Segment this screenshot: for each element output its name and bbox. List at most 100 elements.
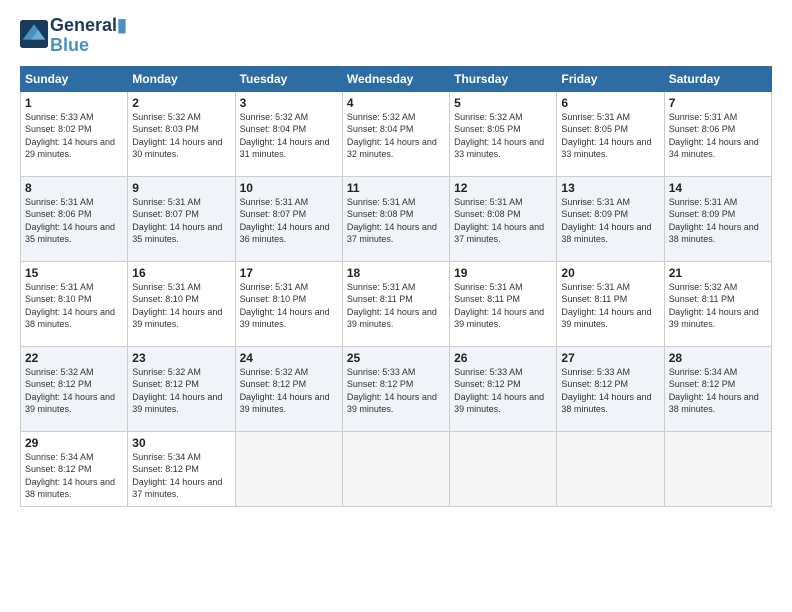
- day-header-tuesday: Tuesday: [235, 66, 342, 91]
- day-number: 8: [25, 181, 123, 195]
- calendar-cell: 9 Sunrise: 5:31 AM Sunset: 8:07 PM Dayli…: [128, 176, 235, 261]
- day-number: 1: [25, 96, 123, 110]
- day-info: Sunrise: 5:31 AM Sunset: 8:06 PM Dayligh…: [25, 196, 123, 246]
- day-info: Sunrise: 5:31 AM Sunset: 8:07 PM Dayligh…: [240, 196, 338, 246]
- calendar-cell: 18 Sunrise: 5:31 AM Sunset: 8:11 PM Dayl…: [342, 261, 449, 346]
- day-info: Sunrise: 5:32 AM Sunset: 8:12 PM Dayligh…: [132, 366, 230, 416]
- day-number: 3: [240, 96, 338, 110]
- calendar-cell: 17 Sunrise: 5:31 AM Sunset: 8:10 PM Dayl…: [235, 261, 342, 346]
- calendar-cell: 30 Sunrise: 5:34 AM Sunset: 8:12 PM Dayl…: [128, 431, 235, 506]
- day-number: 4: [347, 96, 445, 110]
- day-info: Sunrise: 5:31 AM Sunset: 8:09 PM Dayligh…: [561, 196, 659, 246]
- calendar-cell: 26 Sunrise: 5:33 AM Sunset: 8:12 PM Dayl…: [450, 346, 557, 431]
- calendar-cell: 20 Sunrise: 5:31 AM Sunset: 8:11 PM Dayl…: [557, 261, 664, 346]
- calendar-header: SundayMondayTuesdayWednesdayThursdayFrid…: [21, 66, 772, 91]
- calendar-week-5: 29 Sunrise: 5:34 AM Sunset: 8:12 PM Dayl…: [21, 431, 772, 506]
- calendar-cell: 22 Sunrise: 5:32 AM Sunset: 8:12 PM Dayl…: [21, 346, 128, 431]
- day-number: 16: [132, 266, 230, 280]
- calendar-cell: 16 Sunrise: 5:31 AM Sunset: 8:10 PM Dayl…: [128, 261, 235, 346]
- logo-text: General▮ Blue: [50, 16, 127, 56]
- calendar-cell: 8 Sunrise: 5:31 AM Sunset: 8:06 PM Dayli…: [21, 176, 128, 261]
- day-info: Sunrise: 5:34 AM Sunset: 8:12 PM Dayligh…: [132, 451, 230, 501]
- calendar-cell: 4 Sunrise: 5:32 AM Sunset: 8:04 PM Dayli…: [342, 91, 449, 176]
- calendar: SundayMondayTuesdayWednesdayThursdayFrid…: [20, 66, 772, 507]
- day-info: Sunrise: 5:31 AM Sunset: 8:06 PM Dayligh…: [669, 111, 767, 161]
- day-info: Sunrise: 5:33 AM Sunset: 8:12 PM Dayligh…: [347, 366, 445, 416]
- day-info: Sunrise: 5:31 AM Sunset: 8:08 PM Dayligh…: [347, 196, 445, 246]
- day-number: 15: [25, 266, 123, 280]
- day-info: Sunrise: 5:32 AM Sunset: 8:12 PM Dayligh…: [25, 366, 123, 416]
- day-number: 27: [561, 351, 659, 365]
- calendar-cell: 25 Sunrise: 5:33 AM Sunset: 8:12 PM Dayl…: [342, 346, 449, 431]
- day-number: 9: [132, 181, 230, 195]
- day-number: 7: [669, 96, 767, 110]
- day-number: 13: [561, 181, 659, 195]
- calendar-cell: 1 Sunrise: 5:33 AM Sunset: 8:02 PM Dayli…: [21, 91, 128, 176]
- calendar-cell: 6 Sunrise: 5:31 AM Sunset: 8:05 PM Dayli…: [557, 91, 664, 176]
- day-number: 21: [669, 266, 767, 280]
- day-number: 17: [240, 266, 338, 280]
- calendar-cell: 28 Sunrise: 5:34 AM Sunset: 8:12 PM Dayl…: [664, 346, 771, 431]
- day-number: 29: [25, 436, 123, 450]
- calendar-week-3: 15 Sunrise: 5:31 AM Sunset: 8:10 PM Dayl…: [21, 261, 772, 346]
- day-info: Sunrise: 5:32 AM Sunset: 8:05 PM Dayligh…: [454, 111, 552, 161]
- day-number: 5: [454, 96, 552, 110]
- calendar-week-4: 22 Sunrise: 5:32 AM Sunset: 8:12 PM Dayl…: [21, 346, 772, 431]
- day-number: 10: [240, 181, 338, 195]
- day-info: Sunrise: 5:31 AM Sunset: 8:08 PM Dayligh…: [454, 196, 552, 246]
- day-number: 22: [25, 351, 123, 365]
- day-header-thursday: Thursday: [450, 66, 557, 91]
- day-info: Sunrise: 5:32 AM Sunset: 8:12 PM Dayligh…: [240, 366, 338, 416]
- day-info: Sunrise: 5:31 AM Sunset: 8:11 PM Dayligh…: [347, 281, 445, 331]
- day-info: Sunrise: 5:31 AM Sunset: 8:07 PM Dayligh…: [132, 196, 230, 246]
- day-info: Sunrise: 5:31 AM Sunset: 8:11 PM Dayligh…: [561, 281, 659, 331]
- calendar-cell: 27 Sunrise: 5:33 AM Sunset: 8:12 PM Dayl…: [557, 346, 664, 431]
- day-number: 11: [347, 181, 445, 195]
- day-number: 25: [347, 351, 445, 365]
- calendar-cell: 5 Sunrise: 5:32 AM Sunset: 8:05 PM Dayli…: [450, 91, 557, 176]
- day-info: Sunrise: 5:34 AM Sunset: 8:12 PM Dayligh…: [25, 451, 123, 501]
- calendar-cell: 29 Sunrise: 5:34 AM Sunset: 8:12 PM Dayl…: [21, 431, 128, 506]
- day-info: Sunrise: 5:33 AM Sunset: 8:12 PM Dayligh…: [454, 366, 552, 416]
- calendar-cell: 21 Sunrise: 5:32 AM Sunset: 8:11 PM Dayl…: [664, 261, 771, 346]
- day-number: 26: [454, 351, 552, 365]
- calendar-cell: 10 Sunrise: 5:31 AM Sunset: 8:07 PM Dayl…: [235, 176, 342, 261]
- calendar-cell: [235, 431, 342, 506]
- calendar-cell: 19 Sunrise: 5:31 AM Sunset: 8:11 PM Dayl…: [450, 261, 557, 346]
- logo-icon: [20, 20, 48, 48]
- calendar-cell: 12 Sunrise: 5:31 AM Sunset: 8:08 PM Dayl…: [450, 176, 557, 261]
- day-number: 20: [561, 266, 659, 280]
- day-number: 12: [454, 181, 552, 195]
- day-info: Sunrise: 5:31 AM Sunset: 8:10 PM Dayligh…: [25, 281, 123, 331]
- calendar-body: 1 Sunrise: 5:33 AM Sunset: 8:02 PM Dayli…: [21, 91, 772, 506]
- day-info: Sunrise: 5:31 AM Sunset: 8:11 PM Dayligh…: [454, 281, 552, 331]
- calendar-week-1: 1 Sunrise: 5:33 AM Sunset: 8:02 PM Dayli…: [21, 91, 772, 176]
- day-header-wednesday: Wednesday: [342, 66, 449, 91]
- day-number: 2: [132, 96, 230, 110]
- calendar-cell: 15 Sunrise: 5:31 AM Sunset: 8:10 PM Dayl…: [21, 261, 128, 346]
- day-info: Sunrise: 5:31 AM Sunset: 8:05 PM Dayligh…: [561, 111, 659, 161]
- day-header-friday: Friday: [557, 66, 664, 91]
- day-info: Sunrise: 5:31 AM Sunset: 8:10 PM Dayligh…: [132, 281, 230, 331]
- calendar-cell: 23 Sunrise: 5:32 AM Sunset: 8:12 PM Dayl…: [128, 346, 235, 431]
- day-info: Sunrise: 5:33 AM Sunset: 8:12 PM Dayligh…: [561, 366, 659, 416]
- calendar-cell: [342, 431, 449, 506]
- calendar-cell: 14 Sunrise: 5:31 AM Sunset: 8:09 PM Dayl…: [664, 176, 771, 261]
- calendar-cell: 13 Sunrise: 5:31 AM Sunset: 8:09 PM Dayl…: [557, 176, 664, 261]
- day-number: 18: [347, 266, 445, 280]
- calendar-week-2: 8 Sunrise: 5:31 AM Sunset: 8:06 PM Dayli…: [21, 176, 772, 261]
- day-header-saturday: Saturday: [664, 66, 771, 91]
- calendar-cell: 2 Sunrise: 5:32 AM Sunset: 8:03 PM Dayli…: [128, 91, 235, 176]
- page: General▮ Blue SundayMondayTuesdayWednesd…: [0, 0, 792, 612]
- day-number: 23: [132, 351, 230, 365]
- day-number: 14: [669, 181, 767, 195]
- day-header-monday: Monday: [128, 66, 235, 91]
- calendar-cell: 3 Sunrise: 5:32 AM Sunset: 8:04 PM Dayli…: [235, 91, 342, 176]
- day-info: Sunrise: 5:33 AM Sunset: 8:02 PM Dayligh…: [25, 111, 123, 161]
- day-info: Sunrise: 5:32 AM Sunset: 8:04 PM Dayligh…: [240, 111, 338, 161]
- calendar-cell: 24 Sunrise: 5:32 AM Sunset: 8:12 PM Dayl…: [235, 346, 342, 431]
- day-number: 28: [669, 351, 767, 365]
- header: General▮ Blue: [20, 16, 772, 56]
- logo: General▮ Blue: [20, 16, 127, 56]
- calendar-cell: [557, 431, 664, 506]
